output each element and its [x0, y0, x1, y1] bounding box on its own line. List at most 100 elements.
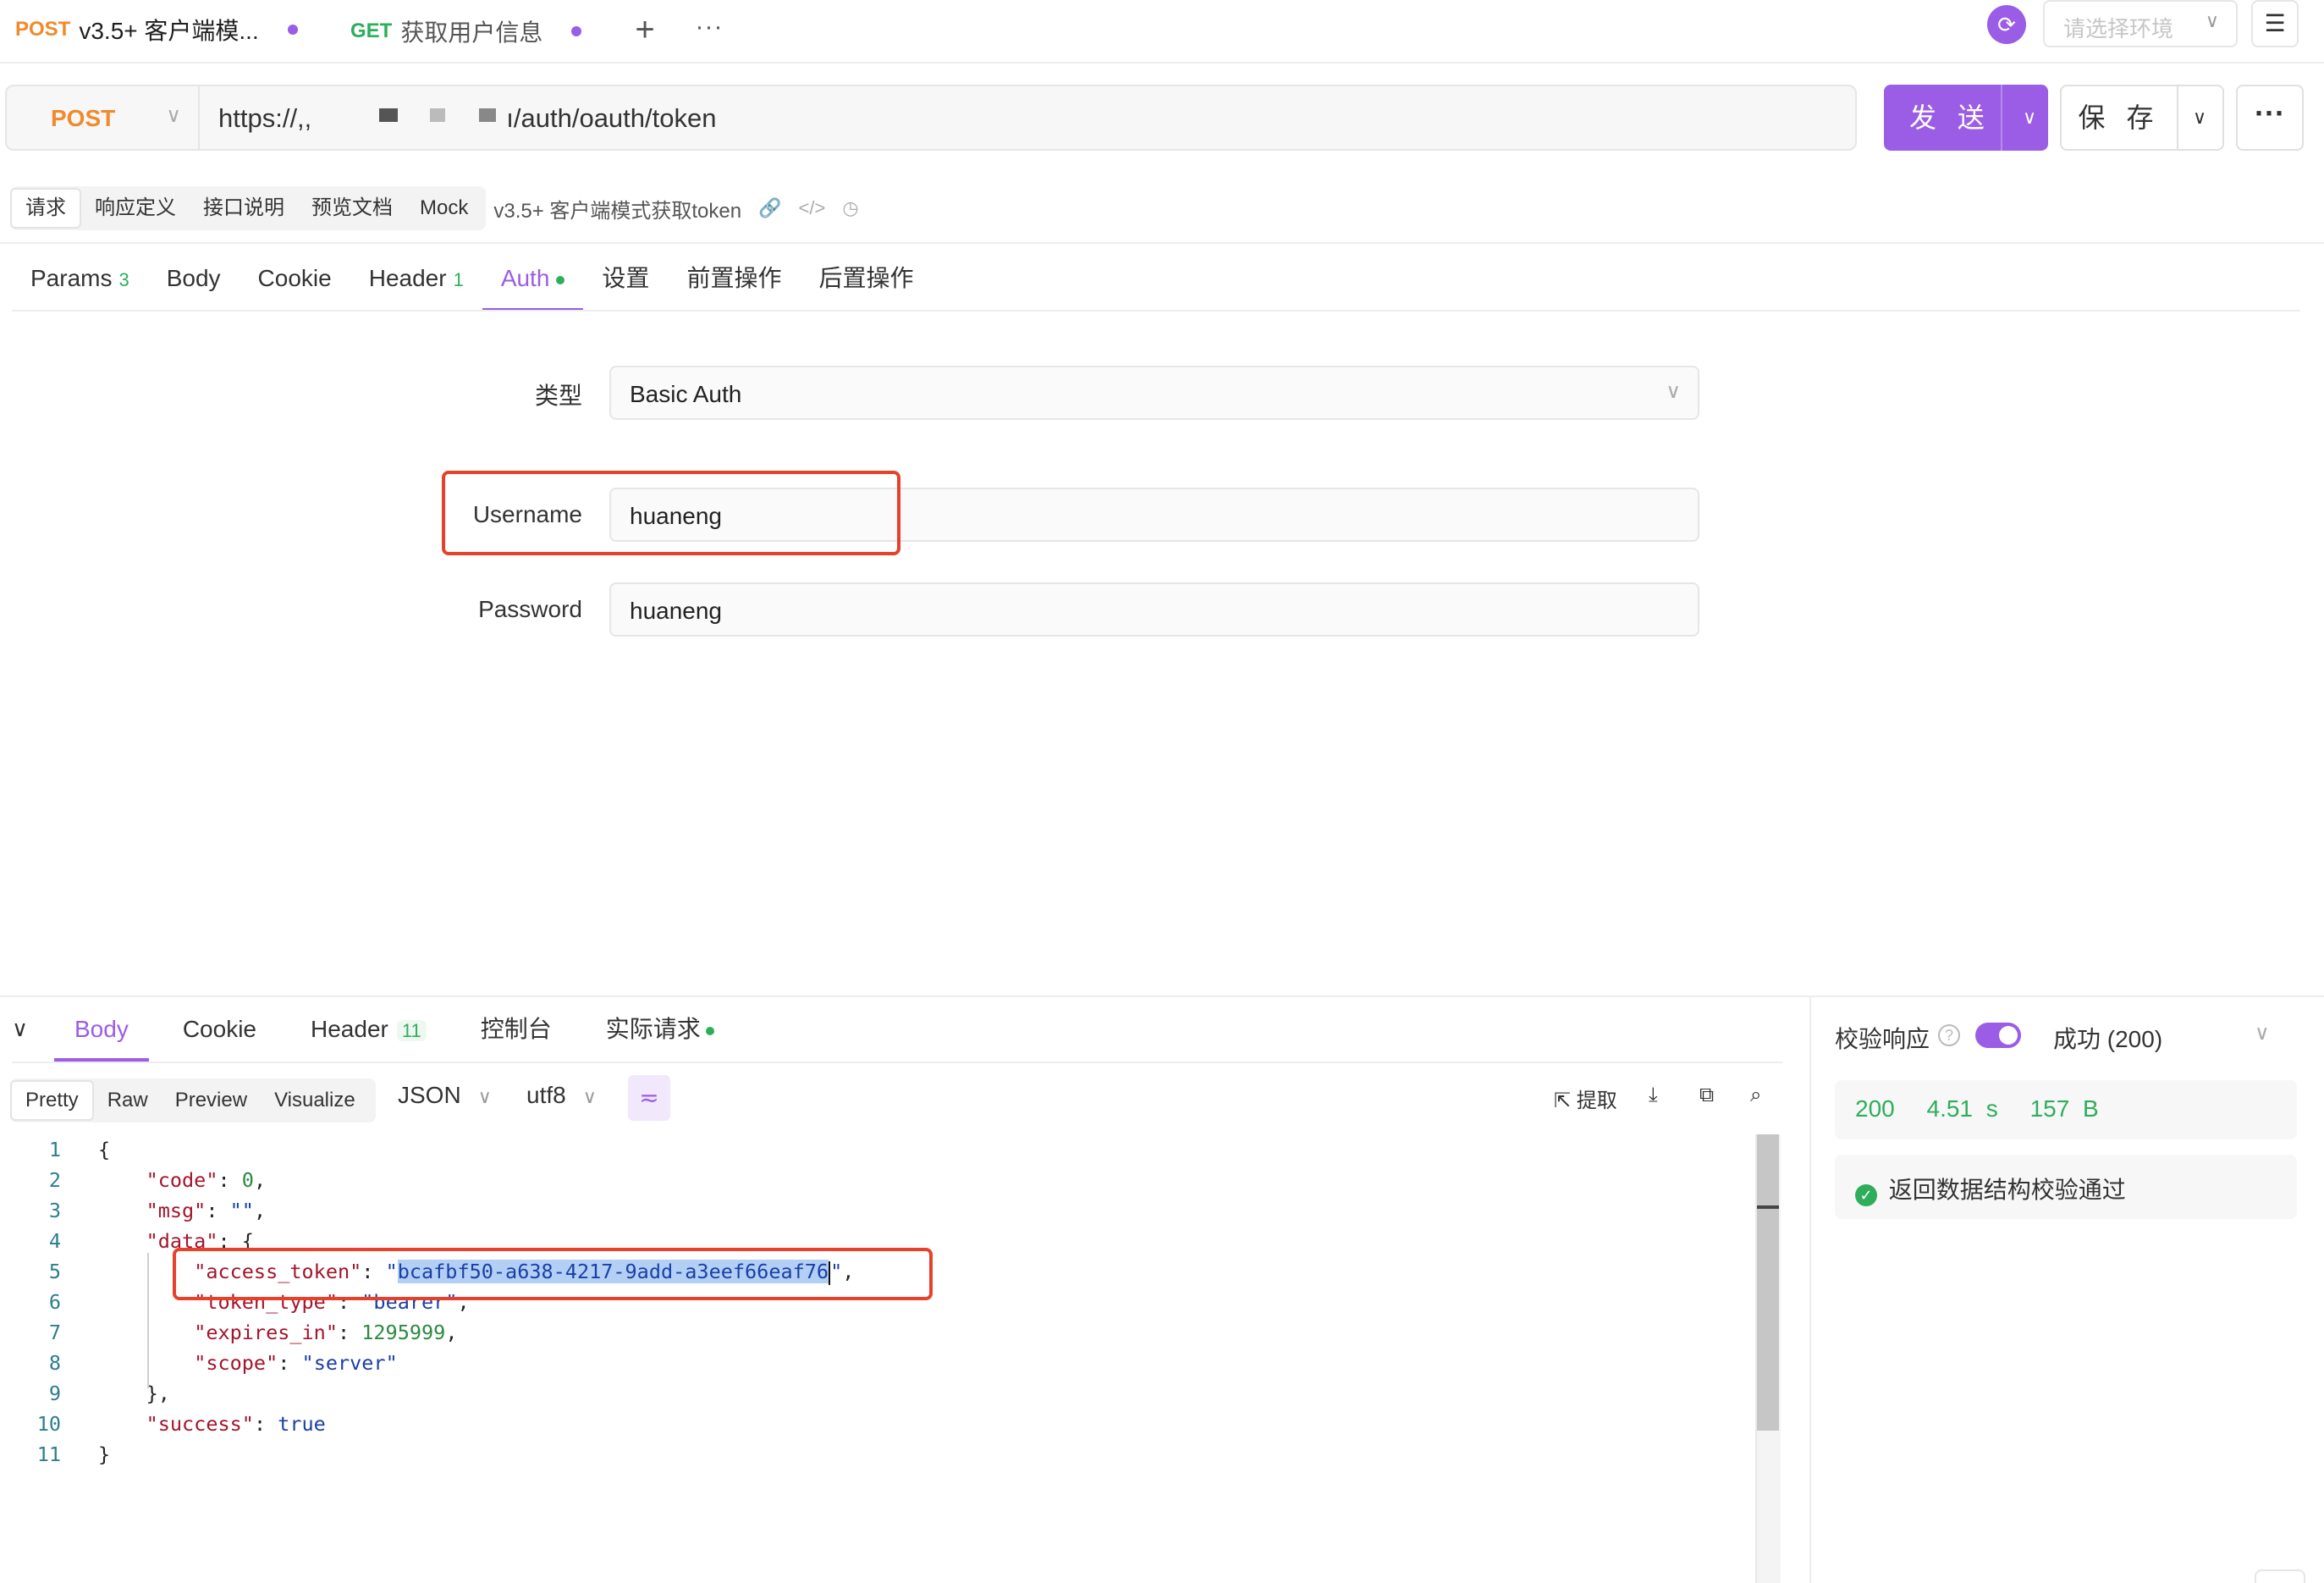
tab-label: Header [368, 265, 447, 291]
refresh-icon[interactable]: ⟳ [1987, 5, 2026, 44]
subtab-request[interactable]: 请求 [10, 188, 81, 229]
response-tab-body[interactable]: Body [54, 997, 149, 1062]
encoding-value: utf8 [526, 1082, 566, 1108]
more-options-icon[interactable]: ··· [2236, 85, 2304, 151]
history-icon[interactable]: ◷ [842, 197, 858, 219]
tab-cookie[interactable]: Cookie [240, 245, 350, 312]
chevron-down-icon[interactable]: ∨ [2255, 1021, 2270, 1045]
chevron-down-icon: ∨ [1666, 380, 1681, 403]
auth-type-label: 类型 [534, 383, 582, 409]
extract-label: 提取 [1576, 1089, 1617, 1112]
chevron-down-icon: ∨ [477, 1086, 492, 1107]
request-tab-post[interactable]: POST v3.5+ 客户端模... [15, 0, 298, 62]
tab-label: 实际请求 [605, 1016, 701, 1042]
plus-icon[interactable]: + [626, 12, 664, 49]
response-tab-console[interactable]: 控制台 [460, 997, 572, 1062]
subtab-mock[interactable]: Mock [406, 188, 482, 229]
response-tab-cookie[interactable]: Cookie [162, 997, 277, 1062]
ellipsis-icon[interactable]: ··· [691, 12, 728, 49]
chevron-down-icon[interactable]: ∨ [12, 1016, 28, 1042]
copy-icon[interactable]: ⧉ [1699, 1084, 1714, 1107]
password-field[interactable]: huaneng [609, 582, 1699, 637]
method-select[interactable]: POST ∨ [7, 86, 200, 149]
extract-button[interactable]: ⇱ 提取 [1554, 1084, 1617, 1113]
json-value: 0 [241, 1168, 254, 1192]
link-icon[interactable]: 🔗 [758, 197, 781, 219]
tab-label: 设置 [602, 265, 650, 291]
panel-corner-button[interactable] [2255, 1569, 2305, 1583]
help-icon[interactable]: ? [1938, 1024, 1960, 1046]
view-preview[interactable]: Preview [162, 1080, 261, 1121]
request-tab-get[interactable]: GET 获取用户信息 [350, 0, 582, 62]
tab-settings[interactable]: 设置 [583, 245, 668, 312]
tab-label: Header [311, 1016, 388, 1042]
view-raw[interactable]: Raw [94, 1080, 162, 1121]
code-text: }, [98, 1382, 170, 1405]
json-value: true [278, 1412, 326, 1436]
validate-toggle[interactable] [1975, 1023, 2021, 1048]
extract-icon: ⇱ [1554, 1089, 1572, 1112]
format-value: JSON [398, 1082, 461, 1108]
scrollbar-thumb[interactable] [1757, 1134, 1779, 1431]
button-divider [2001, 85, 2002, 151]
download-icon[interactable]: ⤓ [1649, 1084, 1658, 1107]
json-value: "" [229, 1199, 254, 1222]
line-number: 7 [48, 1321, 61, 1344]
tab-count: 11 [396, 1020, 427, 1041]
annotation-highlight [173, 1248, 933, 1300]
redaction-mark [479, 108, 496, 122]
unsaved-dot-icon [571, 25, 582, 36]
subtab-api-description[interactable]: 接口说明 [190, 188, 298, 229]
code-text: "code": 0, [146, 1168, 267, 1192]
line-number: 9 [48, 1382, 61, 1405]
auth-type-select[interactable]: Basic Auth ∨ [609, 366, 1699, 420]
tab-label: 后置操作 [818, 265, 914, 291]
tab-label: Body [166, 265, 221, 291]
url-input[interactable]: https://,, ı/auth/oauth/token [218, 103, 716, 134]
tab-params[interactable]: Params 3 [12, 245, 148, 312]
status-dot-icon [705, 1026, 714, 1035]
tab-label: Auth [500, 265, 550, 291]
api-name[interactable]: v3.5+ 客户端模式获取token [493, 194, 741, 223]
save-dropdown-chevron-icon[interactable]: ∨ [2177, 85, 2224, 151]
view-pretty[interactable]: Pretty [10, 1080, 94, 1121]
chevron-down-icon: ∨ [582, 1086, 597, 1107]
line-number: 6 [48, 1290, 61, 1314]
tab-title: v3.5+ 客户端模... [79, 18, 259, 44]
redaction-mark [430, 108, 445, 122]
subtab-response-definition[interactable]: 响应定义 [81, 188, 190, 229]
annotation-highlight [442, 471, 900, 555]
tab-post-request[interactable]: 后置操作 [800, 245, 932, 312]
environment-select[interactable]: 请选择环境 ∨ [2043, 0, 2238, 47]
save-button[interactable]: 保 存 [2060, 85, 2178, 151]
code-icon[interactable]: </> [799, 197, 826, 219]
response-body-viewer[interactable]: 1{ 2 "code": 0, 3 "msg": "", 4 "data": {… [12, 1134, 1779, 1583]
chevron-down-icon[interactable]: ∨ [2013, 85, 2046, 151]
word-wrap-icon[interactable]: ≂ [628, 1075, 670, 1121]
view-visualize[interactable]: Visualize [261, 1080, 369, 1121]
tab-pre-request[interactable]: 前置操作 [668, 245, 800, 312]
tab-header[interactable]: Header 1 [350, 245, 482, 312]
tab-title: 获取用户信息 [400, 19, 543, 46]
view-tabs: Pretty Raw Preview Visualize [10, 1078, 369, 1122]
indent-guide [147, 1253, 149, 1388]
tab-label: 控制台 [480, 1016, 552, 1042]
send-button[interactable]: 发 送 ∨ [1884, 85, 2048, 151]
hamburger-menu-icon[interactable]: ☰ [2251, 0, 2299, 47]
line-number: 8 [48, 1351, 61, 1375]
tab-auth[interactable]: Auth [482, 245, 584, 312]
response-tab-actual-request[interactable]: 实际请求 [586, 997, 735, 1062]
request-subtabs: 请求 响应定义 接口说明 预览文档 Mock v3.5+ 客户端模式获取toke… [10, 186, 859, 230]
tab-body[interactable]: Body [148, 245, 240, 312]
status-code: 200 [1855, 1095, 1895, 1122]
search-icon[interactable]: ⌕ [1750, 1084, 1761, 1107]
response-status-select[interactable]: 成功 (200) [2053, 1021, 2162, 1055]
code-text: "success": true [146, 1412, 326, 1436]
format-select[interactable]: JSON ∨ [398, 1082, 492, 1109]
environment-placeholder: 请选择环境 [2063, 16, 2174, 41]
encoding-select[interactable]: utf8 ∨ [526, 1082, 597, 1109]
chevron-down-icon: ∨ [2205, 10, 2219, 31]
line-number: 2 [48, 1168, 61, 1192]
response-tab-header[interactable]: Header 11 [290, 997, 447, 1062]
subtab-preview-docs[interactable]: 预览文档 [298, 188, 406, 229]
